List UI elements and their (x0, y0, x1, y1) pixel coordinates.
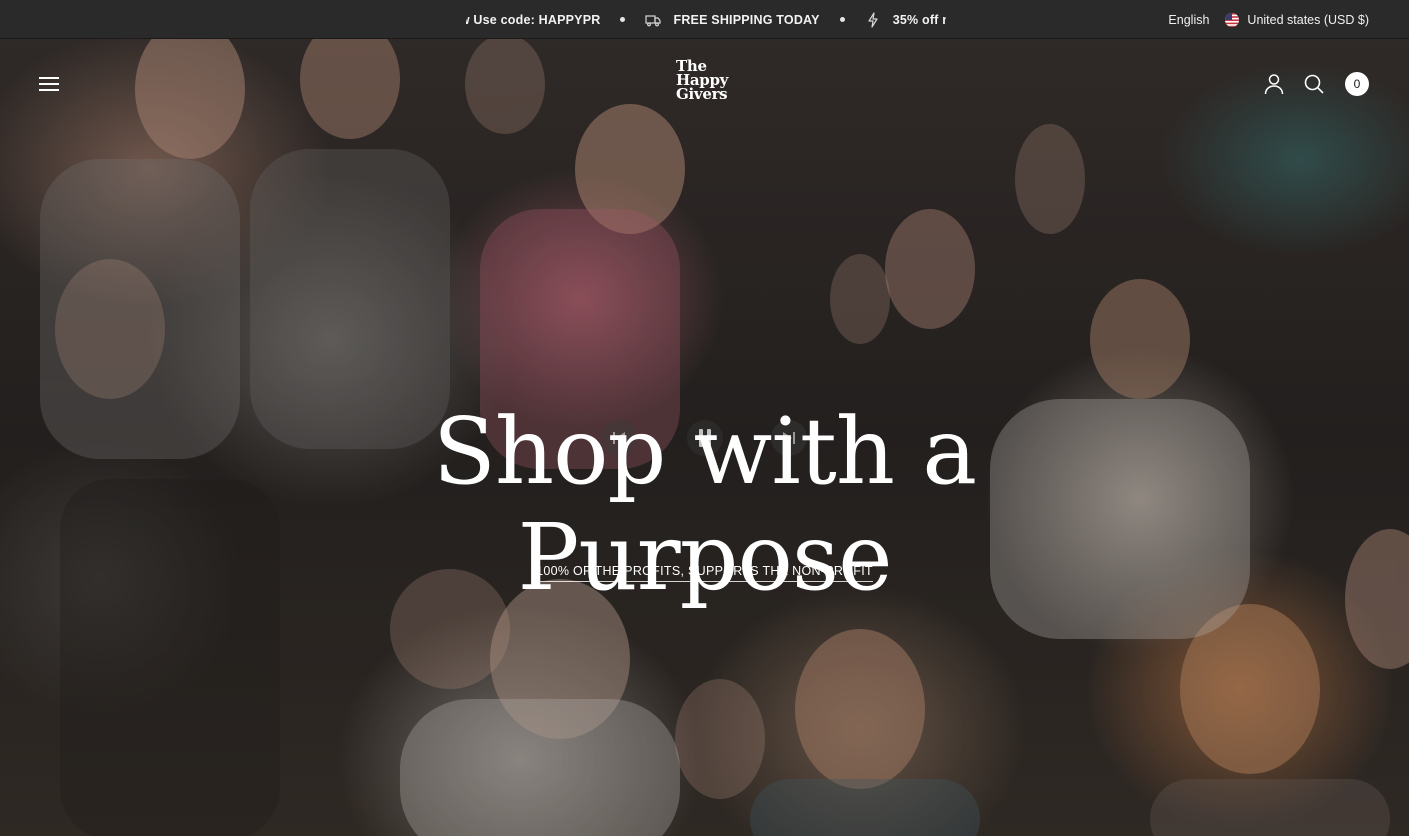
menu-button[interactable] (38, 75, 60, 93)
logo[interactable]: The Happy Givers (676, 59, 736, 103)
hero-cta-link[interactable]: 100% OF THE PROFITS, SUPPORTS THE NON-PR… (536, 564, 873, 582)
hero-subtitle: 100% OF THE PROFITS, SUPPORTS THE NON-PR… (0, 562, 1409, 582)
announcement-marquee: ow Use code: HAPPYPR FREE SHIPPING TODAY (466, 0, 946, 39)
announcement-code-text: ow Use code: HAPPYPR (466, 12, 601, 27)
separator-dot (839, 17, 845, 22)
country-label: United states (USD $) (1247, 12, 1369, 27)
hero-title-line-2: Purpose (517, 503, 892, 611)
header-actions: 0 (1263, 72, 1369, 96)
logo-line: Givers (676, 85, 728, 103)
lightning-icon (865, 11, 881, 28)
announcement-item-shipping: FREE SHIPPING TODAY (645, 12, 819, 28)
announcement-track: ow Use code: HAPPYPR FREE SHIPPING TODAY (466, 0, 946, 39)
us-flag-icon (1225, 12, 1240, 27)
separator-dot (620, 17, 626, 22)
announcement-item-discount: 35% off now U (865, 11, 946, 28)
hero-slideshow: The Happy Givers 0 Shop with a Purpose 1… (0, 39, 1409, 836)
country-selector[interactable]: United states (USD $) (1225, 12, 1369, 27)
hamburger-menu-icon (39, 77, 59, 79)
hamburger-menu-icon-bar (39, 83, 59, 85)
locale-selectors: English United states (USD $) (1168, 0, 1369, 39)
cart-button[interactable]: 0 (1345, 72, 1369, 96)
language-selector[interactable]: English (1168, 13, 1209, 27)
search-icon[interactable] (1303, 73, 1325, 95)
account-icon[interactable] (1263, 73, 1285, 95)
hero-title-line-1: Shop with a (432, 397, 977, 505)
truck-icon (645, 12, 662, 28)
announcement-bar: ow Use code: HAPPYPR FREE SHIPPING TODAY (0, 0, 1409, 39)
announcement-item-code: ow Use code: HAPPYPR (466, 13, 600, 27)
announcement-discount-text: 35% off now U (892, 12, 946, 27)
announcement-shipping-text: FREE SHIPPING TODAY (673, 12, 820, 27)
hamburger-menu-icon-bar (39, 89, 59, 91)
